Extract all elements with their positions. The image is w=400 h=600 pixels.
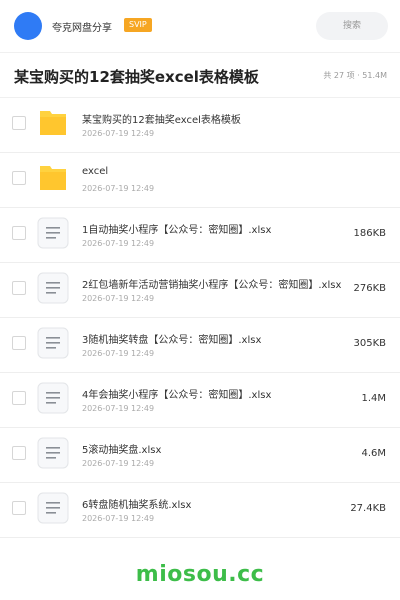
file-size: 305KB xyxy=(353,338,386,349)
select-checkbox[interactable] xyxy=(12,501,26,515)
file-size: 1.4M xyxy=(361,393,386,404)
select-checkbox[interactable] xyxy=(12,391,26,405)
document-icon xyxy=(37,327,69,359)
document-icon xyxy=(37,272,69,304)
file-name[interactable]: 5滚动抽奖盘.xlsx xyxy=(82,441,342,456)
file-row[interactable]: 某宝购买的12套抽奖excel表格模板 2026-07-19 12:49 xyxy=(0,98,400,153)
search-button[interactable]: 搜索 xyxy=(316,12,388,40)
document-icon xyxy=(37,437,69,469)
file-row[interactable]: 1自动抽奖小程序【公众号：密知圈】.xlsx 2026-07-19 12:49 18… xyxy=(0,208,400,263)
select-checkbox[interactable] xyxy=(12,281,26,295)
file-name[interactable]: 3随机抽奖转盘【公众号：密知圈】.xlsx xyxy=(82,331,342,346)
file-size: 276KB xyxy=(353,283,386,294)
file-row[interactable]: 6转盘随机抽奖系统.xlsx 2026-07-19 12:49 27.4KB xyxy=(0,483,400,538)
select-checkbox[interactable] xyxy=(12,116,26,130)
file-name[interactable]: 1自动抽奖小程序【公众号：密知圈】.xlsx xyxy=(82,221,342,236)
file-size: 27.4KB xyxy=(350,503,386,514)
item-summary: 共 27 项 · 51.4M xyxy=(323,71,387,80)
folder-icon xyxy=(37,162,69,194)
file-date: 2026-07-19 12:49 xyxy=(82,349,155,358)
file-date: 2026-07-19 12:49 xyxy=(82,129,155,138)
file-date: 2026-07-19 12:49 xyxy=(82,184,155,193)
select-checkbox[interactable] xyxy=(12,171,26,185)
document-icon xyxy=(37,492,69,524)
file-date: 2026-07-19 12:49 xyxy=(82,404,155,413)
document-icon xyxy=(37,382,69,414)
select-checkbox[interactable] xyxy=(12,226,26,240)
file-row[interactable]: 5滚动抽奖盘.xlsx 2026-07-19 12:49 4.6M xyxy=(0,428,400,483)
file-size: 186KB xyxy=(353,228,386,239)
svip-badge: SVIP xyxy=(124,18,152,32)
folder-header: 某宝购买的12套抽奖excel表格模板 共 27 项 · 51.4M xyxy=(0,53,400,98)
file-row[interactable]: 3随机抽奖转盘【公众号：密知圈】.xlsx 2026-07-19 12:49 305… xyxy=(0,318,400,373)
folder-icon xyxy=(37,107,69,139)
avatar[interactable] xyxy=(14,12,42,40)
file-name[interactable]: 4年会抽奖小程序【公众号：密知圈】.xlsx xyxy=(82,386,342,401)
file-row[interactable]: 4年会抽奖小程序【公众号：密知圈】.xlsx 2026-07-19 12:49 1.… xyxy=(0,373,400,428)
document-icon xyxy=(37,217,69,249)
file-date: 2026-07-19 12:49 xyxy=(82,239,155,248)
file-name[interactable]: excel xyxy=(82,166,342,177)
top-bar: 夸克网盘分享 SVIP 搜索 xyxy=(0,0,400,53)
file-date: 2026-07-19 12:49 xyxy=(82,459,155,468)
file-row[interactable]: excel 2026-07-19 12:49 xyxy=(0,153,400,208)
file-row[interactable]: 2红包墙新年活动营销抽奖小程序【公众号：密知圈】.xlsx 2026-07-19 … xyxy=(0,263,400,318)
select-checkbox[interactable] xyxy=(12,336,26,350)
page-title: 某宝购买的12套抽奖excel表格模板 xyxy=(14,68,259,86)
file-date: 2026-07-19 12:49 xyxy=(82,514,155,523)
file-size: 4.6M xyxy=(361,448,386,459)
file-date: 2026-07-19 12:49 xyxy=(82,294,155,303)
user-name: 夸克网盘分享 xyxy=(52,23,112,34)
file-list: 某宝购买的12套抽奖excel表格模板 2026-07-19 12:49 excel… xyxy=(0,98,400,538)
file-name[interactable]: 某宝购买的12套抽奖excel表格模板 xyxy=(82,111,342,126)
file-name[interactable]: 2红包墙新年活动营销抽奖小程序【公众号：密知圈】.xlsx xyxy=(82,276,342,291)
file-name[interactable]: 6转盘随机抽奖系统.xlsx xyxy=(82,496,342,511)
select-checkbox[interactable] xyxy=(12,446,26,460)
watermark: miosou.cc xyxy=(135,562,265,587)
